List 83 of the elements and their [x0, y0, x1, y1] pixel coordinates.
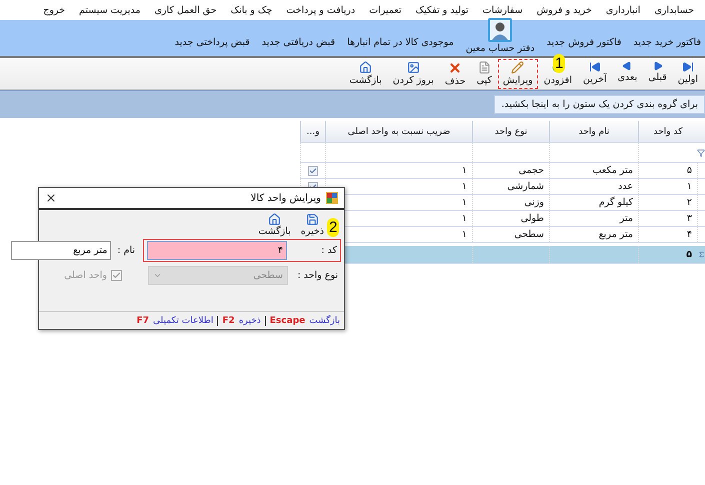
field-label: کد :: [320, 244, 337, 256]
table-cell: ۴: [638, 227, 697, 242]
menu-item[interactable]: مدیریت سیستم: [72, 4, 148, 16]
table-cell: ۳: [638, 211, 697, 226]
quick-link[interactable]: فاکتور فروش جدید: [546, 37, 622, 48]
shortcut-key: Escape: [270, 316, 306, 326]
dialog-tool-button[interactable]: ذخیره: [300, 213, 324, 237]
annotation-marker: 2: [327, 218, 340, 237]
home-icon: [359, 60, 372, 74]
quick-link[interactable]: قبض دریافتی جدید: [262, 37, 336, 48]
table-cell: ۱: [638, 179, 697, 194]
table-cell: حجمی: [472, 163, 549, 178]
close-icon[interactable]: [45, 192, 57, 204]
name-field[interactable]: متر مربع: [11, 240, 112, 260]
table-cell: ۵: [638, 163, 697, 178]
app-icon: [326, 192, 338, 204]
table-cell: متر مکعب: [549, 163, 638, 178]
group-hint: برای گروه بندی کردن یک ستون را به اینجا بکشید.: [494, 95, 705, 114]
header-corner: [697, 121, 705, 142]
menu-item[interactable]: سفارشات: [476, 4, 530, 16]
menu-item[interactable]: حسابداری: [647, 4, 701, 16]
table-cell: ۱: [325, 163, 472, 178]
dialog-title: ویرایش واحد کالا: [250, 192, 321, 204]
filter-icon[interactable]: [697, 148, 705, 156]
sum-icon: [698, 251, 704, 258]
quick-link[interactable]: دفتر حساب معین: [466, 43, 535, 54]
code-field[interactable]: ۴: [147, 240, 287, 260]
toolbar-button[interactable]: آخرین: [578, 58, 612, 88]
toolbar-button[interactable]: بعدی: [612, 58, 642, 88]
field-label: نوع واحد :: [296, 270, 338, 280]
menu-item[interactable]: دریافت و پرداخت: [279, 4, 362, 16]
summary-cell: ۵: [638, 246, 697, 263]
column-header[interactable]: کد واحد: [638, 121, 697, 142]
table-cell: کیلو گرم: [549, 195, 638, 210]
table-cell: وزنی: [472, 195, 549, 210]
shortcut-key: F7: [136, 316, 150, 326]
table-cell: عدد: [549, 179, 638, 194]
shortcut-key: F2: [222, 316, 235, 326]
table-cell: متر مربع: [549, 227, 638, 242]
shortcut-label: اطلاعات تکمیلی: [153, 316, 214, 326]
column-header[interactable]: نوع واحد: [472, 121, 549, 142]
toolbar-button[interactable]: بروز کردن: [388, 58, 439, 88]
pencil-icon: [511, 60, 524, 74]
skip-forward-icon: [682, 60, 694, 72]
triangle-icon: [622, 60, 632, 70]
shortcut-label: بازگشت: [309, 316, 340, 326]
table-cell: سطحی: [472, 227, 549, 242]
dialog-tool-button[interactable]: بازگشت: [258, 213, 291, 237]
column-header[interactable]: نام واحد: [549, 121, 638, 142]
document-icon: [478, 60, 491, 74]
delete-icon: [448, 60, 462, 74]
toolbar-button[interactable]: اولین: [672, 58, 703, 88]
quick-link[interactable]: قبض پرداختی جدید: [174, 37, 250, 48]
menu-item[interactable]: تعمیرات: [362, 4, 409, 16]
shortcut-label: ذخیره: [238, 316, 261, 326]
table-cell: ۲: [638, 195, 697, 210]
column-header[interactable]: و...: [300, 121, 325, 142]
triangle-icon: [652, 60, 663, 70]
save-icon: [306, 213, 319, 226]
menu-item[interactable]: حق العمل کاری: [148, 4, 224, 16]
field-label: نام :: [117, 244, 135, 256]
toolbar-button[interactable]: بازگشت: [344, 58, 387, 88]
column-header[interactable]: ضریب نسبت به واحد اصلی: [325, 121, 472, 142]
toolbar-button[interactable]: کپی: [472, 58, 497, 88]
checkbox[interactable]: [308, 166, 318, 176]
toolbar-button[interactable]: ویرایش: [498, 58, 538, 88]
menu-item[interactable]: خروج: [36, 4, 72, 16]
table-cell: شمارشی: [472, 179, 549, 194]
image-icon: [406, 60, 420, 74]
menu-item[interactable]: خرید و فروش: [530, 4, 599, 16]
quick-link[interactable]: موجودی کالا در تمام انبارها: [347, 37, 454, 48]
menu-item[interactable]: تولید و تفکیک: [408, 4, 476, 16]
quick-link[interactable]: فاکتور خرید جدید: [633, 37, 701, 48]
menu-item[interactable]: انبارداری: [598, 4, 648, 16]
table-cell: متر: [549, 211, 638, 226]
home-icon: [268, 213, 282, 226]
user-icon[interactable]: [487, 18, 514, 42]
toolbar-button[interactable]: قبلی: [643, 58, 672, 88]
skip-back-icon: [588, 60, 601, 72]
menu-item[interactable]: چک و بانک: [224, 4, 280, 16]
table-cell: طولی: [472, 211, 549, 226]
toolbar-button[interactable]: حذف: [440, 58, 471, 88]
check-icon: [112, 270, 121, 280]
